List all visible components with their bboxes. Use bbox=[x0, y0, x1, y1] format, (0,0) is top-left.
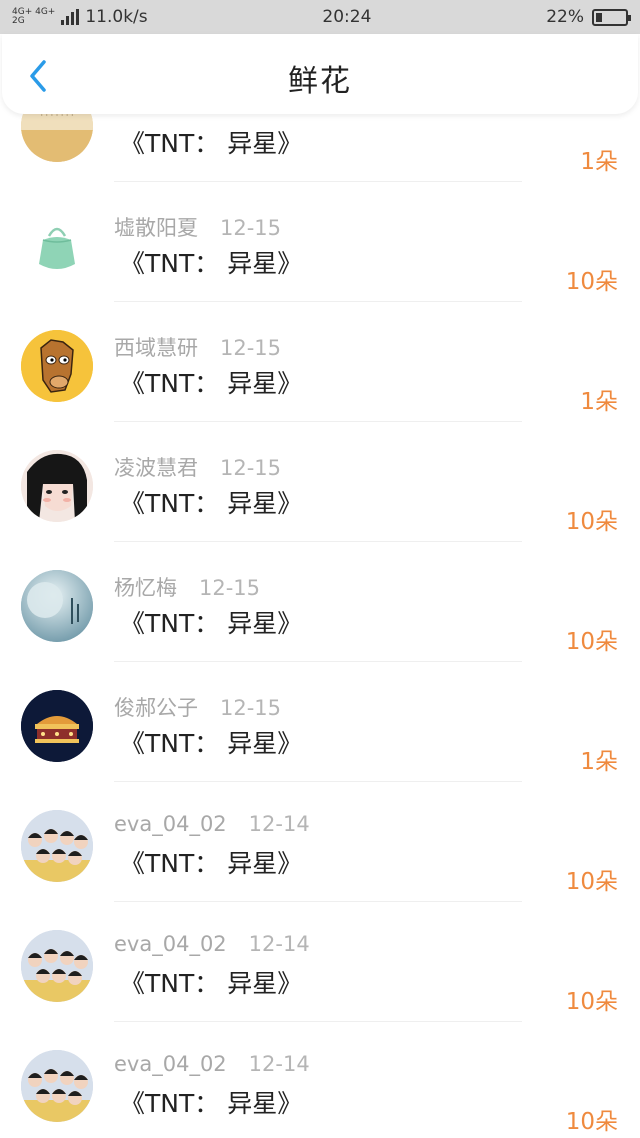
list-item[interactable]: eva_04_02 12-14 《TNT： 异星》 10朵 bbox=[0, 902, 640, 1022]
list-item[interactable]: 墟散阳夏 12-15 《TNT： 异星》 10朵 bbox=[0, 182, 640, 302]
list-item[interactable]: 杨忆梅 12-15 《TNT： 异星》 10朵 bbox=[0, 542, 640, 662]
user-name-text: 俊郝公子 bbox=[114, 696, 198, 720]
battery-icon bbox=[591, 8, 631, 26]
page-title: 鲜花 bbox=[288, 64, 352, 99]
book-title[interactable]: 《TNT： 异星》 bbox=[120, 964, 302, 1000]
signal-icon bbox=[61, 9, 80, 25]
record-date: 12-14 bbox=[248, 1052, 310, 1076]
book-title[interactable]: 《TNT： 异星》 bbox=[120, 724, 302, 760]
book-title[interactable]: 《TNT： 异星》 bbox=[120, 604, 302, 640]
user-name-text: eva_04_02 bbox=[114, 1052, 227, 1076]
user-avatar[interactable] bbox=[21, 810, 93, 882]
flower-records-screen: 4G+ 4G+ 2G 11.0k/s 20:24 22% 鲜花 · · · · … bbox=[0, 0, 640, 1138]
book-title[interactable]: 《TNT： 异星》 bbox=[120, 244, 302, 280]
flower-count: 10朵 bbox=[565, 869, 618, 895]
record-date: 12-15 bbox=[199, 576, 261, 600]
clock: 20:24 bbox=[322, 7, 372, 27]
flower-count: 1朵 bbox=[580, 749, 618, 775]
flower-count: 10朵 bbox=[565, 629, 618, 655]
flower-count: 10朵 bbox=[565, 1109, 618, 1135]
battery-level bbox=[595, 12, 603, 22]
book-title[interactable]: 《TNT： 异星》 bbox=[120, 484, 302, 520]
flower-count: 10朵 bbox=[565, 989, 618, 1015]
user-avatar[interactable] bbox=[21, 570, 93, 642]
user-name: eva_04_02 12-14 bbox=[114, 1052, 310, 1076]
status-bar: 4G+ 4G+ 2G 11.0k/s 20:24 22% bbox=[0, 0, 640, 34]
book-title[interactable]: 《TNT： 异星》 bbox=[120, 1084, 302, 1120]
record-date: 12-15 bbox=[220, 216, 282, 240]
user-name: 西域慧研 12-15 bbox=[114, 332, 281, 362]
user-name-text: eva_04_02 bbox=[114, 812, 227, 836]
book-title[interactable]: 《TNT： 异星》 bbox=[120, 364, 302, 400]
list-item[interactable]: eva_04_02 12-14 《TNT： 异星》 10朵 bbox=[0, 1022, 640, 1138]
battery-percent: 22% bbox=[546, 7, 584, 27]
record-date: 12-14 bbox=[248, 812, 310, 836]
flower-count: 10朵 bbox=[565, 269, 618, 295]
user-name-text: 西域慧研 bbox=[114, 336, 198, 360]
user-avatar[interactable] bbox=[21, 210, 93, 282]
status-left: 4G+ 4G+ 2G 11.0k/s bbox=[12, 7, 148, 27]
user-name: 凌波慧君 12-15 bbox=[114, 452, 281, 482]
list-item[interactable]: 俊郝公子 12-15 《TNT： 异星》 1朵 bbox=[0, 662, 640, 782]
flower-count: 1朵 bbox=[580, 389, 618, 415]
network-type-bottom: 2G bbox=[12, 16, 25, 26]
network-type: 4G+ 4G+ 2G bbox=[12, 8, 55, 26]
flower-count: 1朵 bbox=[580, 149, 618, 175]
user-avatar[interactable] bbox=[21, 690, 93, 762]
user-avatar[interactable] bbox=[21, 330, 93, 402]
user-name: 俊郝公子 12-15 bbox=[114, 692, 281, 722]
user-name-text: 凌波慧君 bbox=[114, 456, 198, 480]
user-avatar[interactable] bbox=[21, 450, 93, 522]
app-header: 鲜花 bbox=[2, 34, 638, 114]
user-avatar[interactable] bbox=[21, 1050, 93, 1122]
user-avatar[interactable] bbox=[21, 930, 93, 1002]
network-speed: 11.0k/s bbox=[85, 7, 148, 27]
record-date: 12-15 bbox=[220, 696, 282, 720]
user-name: 墟散阳夏 12-15 bbox=[114, 212, 281, 242]
book-title[interactable]: 《TNT： 异星》 bbox=[120, 124, 302, 160]
flower-record-list[interactable]: · · · · · · · 《TNT： 异星》 1朵 墟散阳夏 12-15 《T… bbox=[0, 62, 640, 1138]
list-item[interactable]: eva_04_02 12-14 《TNT： 异星》 10朵 bbox=[0, 782, 640, 902]
flower-count: 10朵 bbox=[565, 509, 618, 535]
user-name: 杨忆梅 12-15 bbox=[114, 572, 260, 602]
user-name-text: eva_04_02 bbox=[114, 932, 227, 956]
list-item[interactable]: 凌波慧君 12-15 《TNT： 异星》 10朵 bbox=[0, 422, 640, 542]
user-name-text: 杨忆梅 bbox=[114, 576, 177, 600]
user-name: eva_04_02 12-14 bbox=[114, 812, 310, 836]
record-date: 12-15 bbox=[220, 336, 282, 360]
user-name: eva_04_02 12-14 bbox=[114, 932, 310, 956]
user-name-text: 墟散阳夏 bbox=[114, 216, 198, 240]
list-item[interactable]: 西域慧研 12-15 《TNT： 异星》 1朵 bbox=[0, 302, 640, 422]
record-date: 12-15 bbox=[220, 456, 282, 480]
record-date: 12-14 bbox=[248, 932, 310, 956]
status-right: 22% bbox=[546, 7, 631, 27]
book-title[interactable]: 《TNT： 异星》 bbox=[120, 844, 302, 880]
